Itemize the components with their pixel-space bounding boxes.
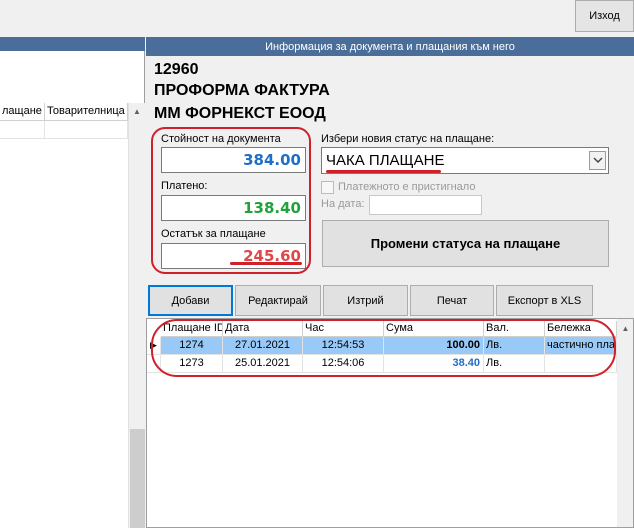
paid-label: Платено: [161,180,208,192]
document-number: 12960 [154,61,199,78]
add-button[interactable]: Добави [148,285,233,316]
cell-amount: 38.40 [384,355,484,373]
remaining-field: 245.60 [161,243,306,269]
exit-button[interactable]: Изход [575,0,634,32]
document-info-header: Информация за документа и плащания към н… [146,37,634,56]
payments-grid[interactable]: Плащане ID Дата Час Сума Вал. Бележка ▶ … [146,318,634,528]
left-scrollbar[interactable]: ▲ [128,103,145,528]
doc-value-field: 384.00 [161,147,306,173]
company-name: ММ ФОРНЕКСТ ЕООД [154,105,326,122]
column-header-currency[interactable]: Вал. [484,321,545,337]
cell-time: 12:54:53 [303,337,384,355]
edit-button[interactable]: Редактирай [235,285,321,316]
column-header-payment-id[interactable]: Плащане ID [161,321,223,337]
table-row[interactable]: 1273 25.01.2021 12:54:06 38.40 Лв. [147,355,617,373]
column-header-date[interactable]: Дата [223,321,303,337]
cell-currency: Лв. [484,337,545,355]
column-header-time[interactable]: Час [303,321,384,337]
document-type: ПРОФОРМА ФАКТУРА [154,82,330,99]
scrollbar-thumb[interactable] [130,429,145,528]
row-indicator [147,355,161,373]
payment-status-value: ЧАКА ПЛАЩАНЕ [326,152,445,169]
date-label: На дата: [321,198,365,210]
cell-amount: 100.00 [384,337,484,355]
cell-time: 12:54:06 [303,355,384,373]
doc-value-label: Стойност на документа [161,133,281,145]
cell-date: 25.01.2021 [223,355,303,373]
column-header-payment[interactable]: лащане [0,103,45,121]
cell-payment-id: 1273 [161,355,223,373]
column-header-amount[interactable]: Сума [384,321,484,337]
column-header-note[interactable]: Бележка [545,321,617,337]
documents-grid[interactable]: лащане Товарителница [0,103,128,155]
cell-date: 27.01.2021 [223,337,303,355]
scroll-up-icon[interactable]: ▲ [129,103,145,120]
payments-scrollbar[interactable]: ▲ [617,319,633,527]
cell-payment-id: 1274 [161,337,223,355]
status-label: Избери новия статус на плащане: [321,133,495,145]
left-panel-header [0,37,145,51]
table-row[interactable] [0,121,128,139]
current-row-indicator-icon: ▶ [147,337,161,355]
payment-arrived-checkbox[interactable] [321,181,334,194]
remaining-label: Остатък за плащане [161,228,266,240]
delete-button[interactable]: Изтрий [323,285,408,316]
scroll-up-icon[interactable]: ▲ [617,321,633,335]
status-underline-annotation [326,170,441,173]
cell-note: частично пла [545,337,617,355]
cell-note [545,355,617,373]
chevron-down-icon[interactable] [589,151,606,170]
print-button[interactable]: Печат [410,285,494,316]
payment-arrived-label: Платежното е пристигнало [338,181,476,193]
change-status-button[interactable]: Промени статуса на плащане [322,220,609,267]
table-row[interactable]: ▶ 1274 27.01.2021 12:54:53 100.00 Лв. ча… [147,337,617,355]
cell-currency: Лв. [484,355,545,373]
export-xls-button[interactable]: Експорт в XLS [496,285,593,316]
remaining-underline-annotation [230,262,302,265]
column-header-waybill[interactable]: Товарителница [45,103,128,121]
paid-field: 138.40 [161,195,306,221]
date-field[interactable] [369,195,482,215]
